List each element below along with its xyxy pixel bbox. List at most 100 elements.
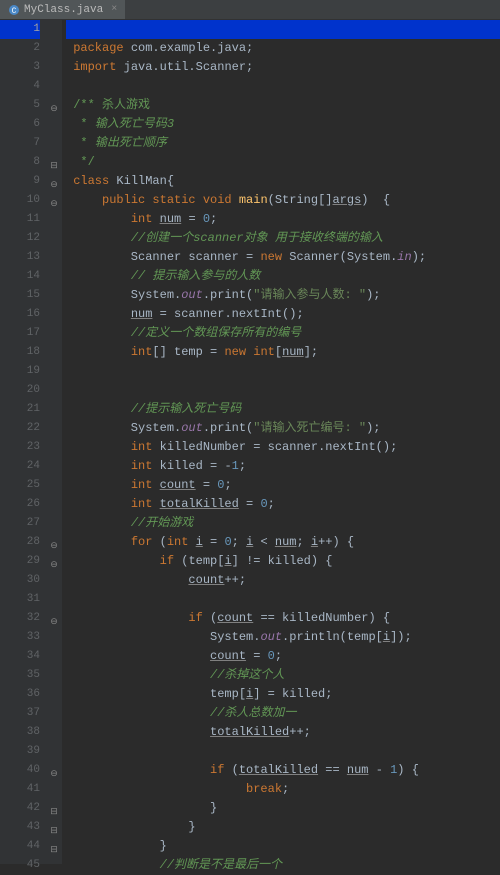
code-line[interactable]: /** 杀人游戏: [66, 96, 500, 115]
line-number[interactable]: 42: [0, 799, 40, 818]
code-line[interactable]: count++;: [66, 571, 500, 590]
fold-toggle-icon[interactable]: ⊖: [49, 100, 59, 110]
code-line[interactable]: //创建一个scanner对象 用于接收终端的输入: [66, 229, 500, 248]
line-number[interactable]: 45: [0, 856, 40, 875]
line-number[interactable]: 24: [0, 457, 40, 476]
code-line[interactable]: count = 0;: [66, 647, 500, 666]
line-number[interactable]: 33: [0, 628, 40, 647]
code-line[interactable]: for (int i = 0; i < num; i++) {: [66, 533, 500, 552]
line-number[interactable]: 27: [0, 514, 40, 533]
code-line[interactable]: import java.util.Scanner;: [66, 58, 500, 77]
line-number[interactable]: 28: [0, 533, 40, 552]
code-line[interactable]: //开始游戏: [66, 514, 500, 533]
line-number[interactable]: 2: [0, 39, 40, 58]
code-line[interactable]: if (totalKilled == num - 1) {: [66, 761, 500, 780]
code-line[interactable]: }: [66, 837, 500, 856]
close-icon[interactable]: ×: [111, 4, 117, 15]
code-line[interactable]: System.out.print("请输入死亡编号: ");: [66, 419, 500, 438]
fold-toggle-icon[interactable]: ⊖: [49, 765, 59, 775]
line-number[interactable]: 12: [0, 229, 40, 248]
line-number[interactable]: 21: [0, 400, 40, 419]
line-number[interactable]: 18: [0, 343, 40, 362]
fold-toggle-icon[interactable]: ⊟: [49, 841, 59, 851]
code-line[interactable]: class KillMan{: [66, 172, 500, 191]
code-line[interactable]: if (temp[i] != killed) {: [66, 552, 500, 571]
code-line[interactable]: int totalKilled = 0;: [66, 495, 500, 514]
code-line[interactable]: */: [66, 153, 500, 172]
fold-column[interactable]: ⊖⊟⊖⊖⊖⊖⊖⊖⊟⊟⊟: [48, 20, 62, 864]
fold-toggle-icon[interactable]: ⊖: [49, 176, 59, 186]
code-line[interactable]: num = scanner.nextInt();: [66, 305, 500, 324]
code-line[interactable]: //定义一个数组保存所有的编号: [66, 324, 500, 343]
code-line[interactable]: int killed = -1;: [66, 457, 500, 476]
line-number[interactable]: 17: [0, 324, 40, 343]
code-line[interactable]: [66, 77, 500, 96]
code-line[interactable]: break;: [66, 780, 500, 799]
code-line[interactable]: int killedNumber = scanner.nextInt();: [66, 438, 500, 457]
line-number[interactable]: 16: [0, 305, 40, 324]
code-line[interactable]: temp[i] = killed;: [66, 685, 500, 704]
code-line[interactable]: if (count == killedNumber) {: [66, 609, 500, 628]
line-number[interactable]: 26: [0, 495, 40, 514]
line-number[interactable]: 9▶: [0, 172, 40, 191]
code-line[interactable]: int count = 0;: [66, 476, 500, 495]
line-number[interactable]: 19: [0, 362, 40, 381]
line-number[interactable]: 41: [0, 780, 40, 799]
line-number[interactable]: 43: [0, 818, 40, 837]
line-number[interactable]: 14: [0, 267, 40, 286]
line-number[interactable]: 23: [0, 438, 40, 457]
code-line[interactable]: }: [66, 799, 500, 818]
line-number[interactable]: 36: [0, 685, 40, 704]
code-line[interactable]: // 提示输入参与的人数: [66, 267, 500, 286]
code-line[interactable]: int[] temp = new int[num];: [66, 343, 500, 362]
fold-toggle-icon[interactable]: ⊟: [49, 803, 59, 813]
code-area[interactable]: package com.example.java; import java.ut…: [62, 20, 500, 864]
code-line[interactable]: int num = 0;: [66, 210, 500, 229]
code-line[interactable]: [66, 20, 500, 39]
line-number[interactable]: 4: [0, 77, 40, 96]
line-number[interactable]: 22: [0, 419, 40, 438]
code-line[interactable]: //杀人总数加一: [66, 704, 500, 723]
line-number[interactable]: 35: [0, 666, 40, 685]
code-line[interactable]: //提示输入死亡号码: [66, 400, 500, 419]
code-line[interactable]: [66, 362, 500, 381]
code-line[interactable]: Scanner scanner = new Scanner(System.in)…: [66, 248, 500, 267]
code-line[interactable]: //判断是不是最后一个: [66, 856, 500, 875]
code-line[interactable]: System.out.println(temp[i]);: [66, 628, 500, 647]
fold-toggle-icon[interactable]: ⊟: [49, 157, 59, 167]
line-number[interactable]: 32: [0, 609, 40, 628]
line-number[interactable]: 31: [0, 590, 40, 609]
line-number[interactable]: 3: [0, 58, 40, 77]
line-number[interactable]: 13: [0, 248, 40, 267]
line-number[interactable]: 5: [0, 96, 40, 115]
code-line[interactable]: System.out.print("请输入参与人数: ");: [66, 286, 500, 305]
code-line[interactable]: * 输出死亡顺序: [66, 134, 500, 153]
line-number[interactable]: 10▶: [0, 191, 40, 210]
line-number[interactable]: 15: [0, 286, 40, 305]
line-number[interactable]: 8: [0, 153, 40, 172]
line-number[interactable]: 38: [0, 723, 40, 742]
line-number[interactable]: 34: [0, 647, 40, 666]
fold-toggle-icon[interactable]: ⊖: [49, 537, 59, 547]
code-line[interactable]: totalKilled++;: [66, 723, 500, 742]
line-number[interactable]: 39: [0, 742, 40, 761]
code-line[interactable]: package com.example.java;: [66, 39, 500, 58]
line-number[interactable]: 40: [0, 761, 40, 780]
code-line[interactable]: }: [66, 818, 500, 837]
file-tab[interactable]: C MyClass.java ×: [0, 0, 125, 19]
line-number[interactable]: 44: [0, 837, 40, 856]
code-line[interactable]: public static void main(String[]args) {: [66, 191, 500, 210]
code-line[interactable]: //杀掉这个人: [66, 666, 500, 685]
code-line[interactable]: [66, 381, 500, 400]
line-number[interactable]: 30: [0, 571, 40, 590]
code-line[interactable]: [66, 742, 500, 761]
fold-toggle-icon[interactable]: ⊖: [49, 556, 59, 566]
line-number-gutter[interactable]: 123456789▶10▶111213141516171819202122232…: [0, 20, 48, 864]
line-number[interactable]: 7: [0, 134, 40, 153]
line-number[interactable]: 20: [0, 381, 40, 400]
fold-toggle-icon[interactable]: ⊖: [49, 613, 59, 623]
code-line[interactable]: [66, 590, 500, 609]
code-line[interactable]: * 输入死亡号码3: [66, 115, 500, 134]
line-number[interactable]: 29: [0, 552, 40, 571]
line-number[interactable]: 25: [0, 476, 40, 495]
